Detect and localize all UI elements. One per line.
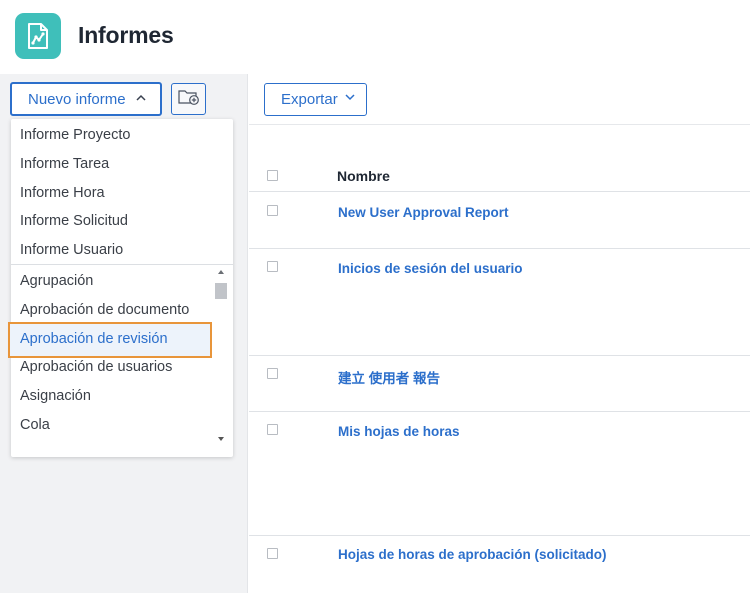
report-chart-icon — [15, 13, 61, 59]
menu-item-user-approval[interactable]: Aprobación de usuarios — [20, 359, 172, 375]
menu-item-project-report[interactable]: Informe Proyecto — [20, 127, 130, 143]
row-checkbox[interactable] — [267, 368, 278, 379]
scroll-up-arrow-icon[interactable] — [218, 270, 224, 274]
menu-item-assignment[interactable]: Asignación — [20, 388, 91, 404]
menu-item-request-report[interactable]: Informe Solicitud — [20, 213, 128, 229]
menu-item-hour-report[interactable]: Informe Hora — [20, 185, 105, 201]
report-link[interactable]: New User Approval Report — [338, 205, 509, 220]
row-divider — [249, 355, 750, 356]
menu-item-user-report[interactable]: Informe Usuario — [20, 242, 123, 258]
toolbar: Exportar — [249, 74, 750, 125]
app-header: Informes — [0, 0, 750, 74]
menu-item-document-approval[interactable]: Aprobación de documento — [20, 302, 189, 318]
new-report-dropdown: Informe Proyecto Informe Tarea Informe H… — [8, 119, 233, 457]
report-link[interactable]: Inicios de sesión del usuario — [338, 261, 523, 276]
new-report-label: Nuevo informe — [28, 90, 126, 108]
chevron-down-icon — [345, 92, 355, 104]
main-content: Exportar Nombre New User Approval Report… — [249, 74, 750, 593]
header-divider — [249, 191, 750, 192]
row-checkbox[interactable] — [267, 205, 278, 216]
report-type-group: Informe Proyecto Informe Tarea Informe H… — [11, 119, 233, 265]
export-label: Exportar — [281, 91, 338, 108]
page-title: Informes — [78, 22, 174, 48]
menu-item-queue[interactable]: Cola — [20, 417, 50, 433]
report-link[interactable]: Hojas de horas de aprobación (solicitado… — [338, 547, 607, 562]
menu-item-grouping[interactable]: Agrupación — [20, 273, 93, 289]
scroll-down-arrow-icon[interactable] — [218, 437, 224, 441]
row-checkbox[interactable] — [267, 261, 278, 272]
row-checkbox[interactable] — [267, 548, 278, 559]
row-divider — [249, 411, 750, 412]
export-button[interactable]: Exportar — [264, 83, 367, 116]
new-folder-button[interactable] — [171, 83, 206, 115]
menu-item-review-approval-label: Aprobación de revisión — [20, 331, 168, 347]
menu-item-task-report[interactable]: Informe Tarea — [20, 156, 109, 172]
report-link[interactable]: Mis hojas de horas — [338, 424, 460, 439]
row-divider — [249, 535, 750, 536]
dropdown-scrollbar[interactable] — [213, 266, 229, 449]
menu-item-review-approval[interactable]: Aprobación de revisión — [8, 322, 212, 358]
chevron-up-icon — [136, 93, 146, 105]
report-link[interactable]: 建立 使用者 報告 — [338, 367, 440, 387]
scroll-thumb[interactable] — [215, 283, 227, 299]
folder-plus-icon — [177, 88, 200, 111]
column-header-name[interactable]: Nombre — [337, 168, 390, 184]
row-checkbox[interactable] — [267, 424, 278, 435]
row-divider — [249, 248, 750, 249]
select-all-checkbox[interactable] — [267, 170, 278, 181]
new-report-button[interactable]: Nuevo informe — [10, 82, 162, 116]
